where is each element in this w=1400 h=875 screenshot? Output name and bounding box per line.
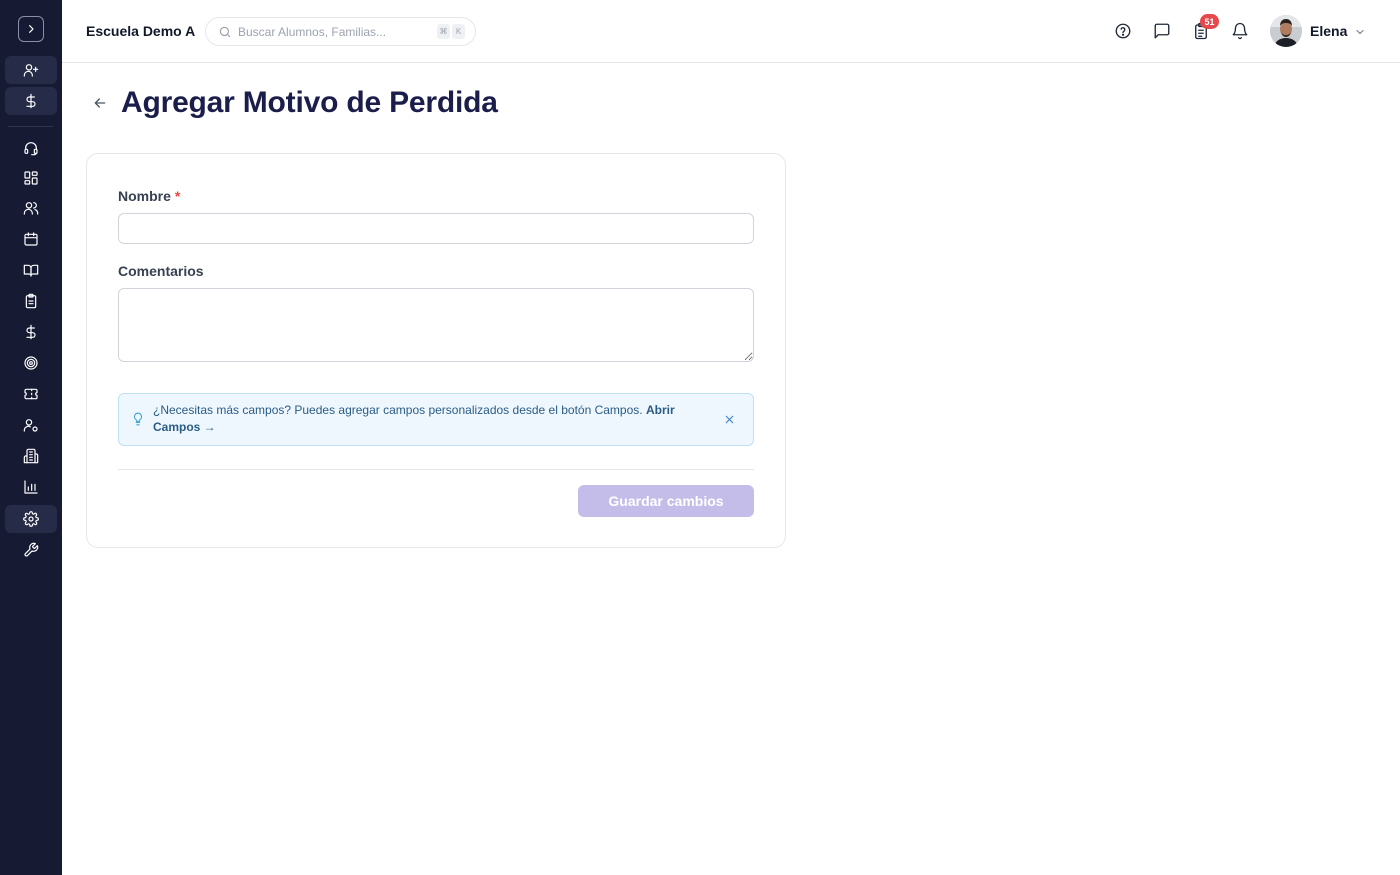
dollar-icon <box>26 93 36 109</box>
close-icon <box>725 415 733 423</box>
nombre-label-text: Nombre <box>118 188 171 204</box>
notification-count-badge: 51 <box>1200 14 1219 29</box>
user-settings-icon <box>23 419 38 432</box>
save-changes-button[interactable]: Guardar cambios <box>578 485 754 517</box>
sidebar-item-finance[interactable] <box>5 318 57 346</box>
sidebar-item-users[interactable] <box>5 194 57 222</box>
chevron-right-icon <box>29 25 34 33</box>
sidebar <box>0 0 62 875</box>
calendar-icon <box>24 232 38 246</box>
notifications-button[interactable] <box>1230 21 1250 41</box>
sidebar-item-staff[interactable] <box>5 411 57 439</box>
dollar-icon <box>26 324 36 340</box>
form-divider <box>118 469 754 470</box>
help-circle-icon <box>1115 23 1131 39</box>
sidebar-item-tasks[interactable] <box>5 287 57 315</box>
global-search[interactable]: ⌘ K <box>205 17 476 46</box>
sidebar-item-support[interactable] <box>5 134 57 162</box>
building-icon <box>23 448 39 464</box>
sidebar-item-add-student[interactable] <box>5 56 57 84</box>
dismiss-info-button[interactable] <box>721 411 737 427</box>
users-icon <box>23 202 39 215</box>
user-plus-icon <box>23 64 39 77</box>
bar-chart-icon <box>24 480 38 494</box>
avatar[interactable] <box>1270 15 1302 47</box>
arrow-left-icon <box>94 98 106 108</box>
comentarios-textarea[interactable] <box>118 288 754 362</box>
sidebar-toggle-button[interactable] <box>18 16 44 42</box>
sidebar-item-campus[interactable] <box>5 442 57 470</box>
user-menu-toggle[interactable] <box>1354 25 1366 37</box>
custom-fields-info-banner: ¿Necesitas más campos? Puedes agregar ca… <box>118 393 754 446</box>
sidebar-item-tools[interactable] <box>5 536 57 564</box>
bell-icon <box>1232 22 1248 40</box>
lightbulb-icon <box>131 411 145 427</box>
comentarios-label: Comentarios <box>118 263 204 279</box>
sidebar-item-reports[interactable] <box>5 473 57 501</box>
sidebar-item-calendar[interactable] <box>5 225 57 253</box>
target-icon <box>24 356 38 370</box>
book-open-icon <box>23 264 39 277</box>
wrench-icon <box>24 542 39 557</box>
top-header: Escuela Demo A ⌘ K 51 Elena <box>62 0 1400 63</box>
nombre-label: Nombre * <box>118 188 180 204</box>
help-button[interactable] <box>1113 21 1133 41</box>
headset-icon <box>24 142 38 156</box>
info-text: ¿Necesitas más campos? Puedes agregar ca… <box>153 403 643 417</box>
sidebar-divider <box>8 126 54 127</box>
user-photo-icon <box>1270 15 1302 47</box>
sidebar-item-tickets[interactable] <box>5 380 57 408</box>
sidebar-item-courses[interactable] <box>5 256 57 284</box>
sidebar-item-billing[interactable] <box>5 87 57 115</box>
search-input[interactable] <box>238 22 428 42</box>
info-message: ¿Necesitas más campos? Puedes agregar ca… <box>153 402 713 436</box>
shortcut-key-cmd: ⌘ <box>437 24 450 39</box>
search-icon <box>219 26 231 38</box>
back-button[interactable] <box>92 95 110 113</box>
sidebar-item-goals[interactable] <box>5 349 57 377</box>
required-mark: * <box>174 188 181 204</box>
messages-button[interactable] <box>1152 21 1172 41</box>
message-square-icon <box>1154 23 1170 39</box>
nombre-input[interactable] <box>118 213 754 244</box>
sidebar-item-dashboard[interactable] <box>5 164 57 192</box>
user-name[interactable]: Elena <box>1310 23 1347 39</box>
gear-icon <box>23 511 39 527</box>
clipboard-icon <box>25 293 37 309</box>
dashboard-grid-icon <box>24 171 38 185</box>
shortcut-key-k: K <box>452 24 465 39</box>
school-name[interactable]: Escuela Demo A <box>86 23 195 39</box>
form-card: Nombre * Comentarios ¿Necesitas más campo… <box>86 153 786 548</box>
page-title: Agregar Motivo de Perdida <box>121 86 498 119</box>
chevron-down-icon <box>1356 30 1364 34</box>
ticket-icon <box>24 388 38 400</box>
sidebar-item-settings[interactable] <box>5 505 57 533</box>
